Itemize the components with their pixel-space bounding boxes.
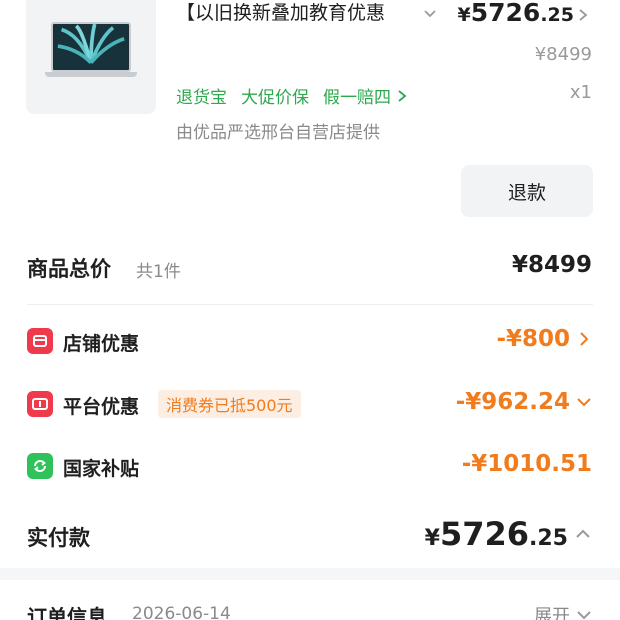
chevron-down-icon — [577, 398, 591, 407]
laptop-base — [45, 72, 137, 77]
chevron-right-icon — [398, 89, 407, 102]
chevron-down-icon — [577, 611, 591, 620]
subsidy-icon — [27, 453, 53, 479]
product-title[interactable]: 【以旧换新叠加教育优惠 — [176, 0, 416, 25]
platform-discount-value[interactable]: -¥962.24 — [456, 389, 592, 415]
store-discount-value[interactable]: -¥800 — [496, 326, 592, 352]
store-discount-amount: -¥800 — [496, 326, 570, 352]
platform-discount-amount: -¥962.24 — [455, 389, 570, 415]
chevron-up-icon — [576, 529, 590, 538]
paid-currency: ¥ — [424, 526, 440, 551]
chevron-down-icon[interactable] — [422, 6, 438, 22]
order-date: 2026-06-14 — [132, 604, 231, 620]
subsidy-value: -¥1010.51 — [462, 451, 592, 477]
service-item: 大促价保 — [241, 88, 309, 108]
service-guarantees[interactable]: 退货宝 大促价保 假一赔四 — [176, 83, 409, 108]
seller-info: 由优品严选邢台自营店提供 — [176, 123, 380, 143]
paid-decimal: .25 — [529, 526, 568, 551]
original-price: ¥8499 — [534, 44, 592, 65]
laptop-screen-image — [51, 22, 131, 72]
subsidy-label: 国家补贴 — [63, 458, 140, 480]
platform-discount-label: 平台优惠 — [63, 396, 140, 418]
coupon-badge: 消费券已抵500元 — [158, 390, 301, 418]
item-count: 共1件 — [136, 262, 181, 282]
total-price-label: 商品总价 — [27, 257, 111, 281]
order-detail-card: 【以旧换新叠加教育优惠 ¥5726.25 ¥8499 x1 退货宝 大促价保 假… — [0, 0, 620, 568]
product-thumbnail[interactable] — [26, 0, 156, 114]
price-integer: 5726 — [470, 0, 541, 27]
service-item: 退货宝 — [176, 88, 227, 108]
refund-button[interactable]: 退款 — [461, 165, 593, 217]
wallpaper-image — [54, 24, 128, 70]
price-decimal: .25 — [540, 4, 574, 26]
subsidy-amount: -¥1010.51 — [461, 451, 592, 477]
chevron-right-icon — [580, 332, 589, 346]
paid-label: 实付款 — [27, 526, 90, 550]
paid-amount[interactable]: ¥5726.25 — [425, 515, 592, 553]
store-discount-label: 店铺优惠 — [63, 333, 140, 355]
chevron-right-icon[interactable] — [576, 8, 590, 22]
paid-integer: 5726 — [439, 515, 530, 553]
total-price-value: ¥8499 — [511, 252, 592, 278]
service-item: 假一赔四 — [323, 88, 391, 108]
expand-label: 展开 — [534, 606, 570, 620]
quantity: x1 — [569, 82, 592, 103]
platform-coupon-icon — [27, 391, 53, 417]
divider — [27, 304, 593, 305]
expand-button[interactable]: 展开 — [534, 602, 592, 620]
price-currency: ¥ — [457, 4, 471, 26]
product-price: ¥5726.25 — [458, 0, 575, 27]
order-info-label: 订单信息 — [27, 605, 107, 620]
store-coupon-icon — [27, 328, 53, 354]
